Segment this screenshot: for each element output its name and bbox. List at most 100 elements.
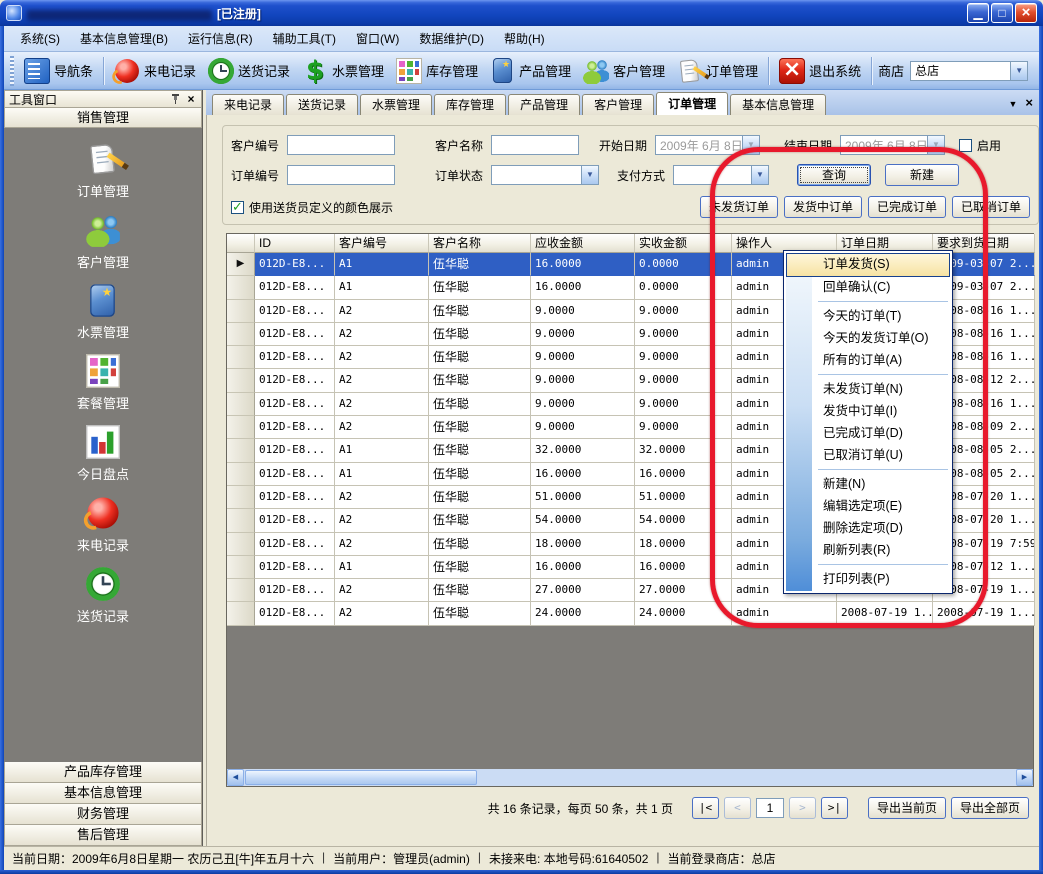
context-menu-item[interactable]: 打印列表(P): [786, 569, 950, 591]
page-number-input[interactable]: [756, 798, 784, 818]
order-status-filter-button[interactable]: 发货中订单: [784, 196, 862, 218]
tab[interactable]: 产品管理: [508, 94, 580, 115]
context-menu-item[interactable]: 所有的订单(A): [786, 350, 950, 372]
sidebar-item[interactable]: 客户管理: [77, 213, 129, 271]
tab[interactable]: 送货记录: [286, 94, 358, 115]
tab[interactable]: 水票管理: [360, 94, 432, 115]
tab[interactable]: 基本信息管理: [730, 94, 826, 115]
menu-item[interactable]: 窗口(W): [346, 27, 409, 50]
maximize-button[interactable]: [991, 3, 1013, 23]
tab[interactable]: 库存管理: [434, 94, 506, 115]
toolbar-button[interactable]: 库存管理: [390, 56, 484, 86]
row-selector[interactable]: [227, 300, 255, 323]
row-selector[interactable]: ▶: [227, 253, 255, 276]
column-header[interactable]: 应收金额: [531, 234, 635, 253]
tab-overflow-icon[interactable]: [1008, 96, 1017, 110]
first-page-button[interactable]: |<: [692, 797, 719, 819]
store-combobox[interactable]: 总店: [910, 61, 1028, 81]
context-menu-item[interactable]: 回单确认(C): [786, 277, 950, 299]
tab[interactable]: 订单管理: [656, 92, 728, 115]
chevron-down-icon[interactable]: [751, 166, 768, 184]
sidebar-item[interactable]: 水票管理: [77, 284, 129, 341]
new-button[interactable]: 新建: [885, 164, 959, 186]
row-selector[interactable]: [227, 346, 255, 369]
context-menu-item[interactable]: 订单发货(S): [786, 253, 950, 277]
sidebar-section-sales[interactable]: 销售管理: [4, 108, 202, 128]
sidebar-section-header[interactable]: 产品库存管理: [4, 762, 202, 783]
row-selector[interactable]: [227, 556, 255, 579]
column-header[interactable]: 客户名称: [429, 234, 531, 253]
tab-close-icon[interactable]: [1025, 95, 1033, 110]
chevron-down-icon[interactable]: [581, 166, 598, 184]
order-status-combobox[interactable]: [491, 165, 599, 185]
chevron-down-icon[interactable]: [1010, 62, 1027, 80]
row-selector[interactable]: [227, 439, 255, 462]
scroll-left-icon[interactable]: [227, 769, 244, 786]
deliveryman-color-checkbox[interactable]: [231, 201, 244, 214]
chevron-down-icon[interactable]: [742, 136, 759, 154]
context-menu-item[interactable]: 今天的订单(T): [786, 306, 950, 328]
menu-item[interactable]: 运行信息(R): [178, 27, 263, 50]
context-menu-item[interactable]: 已完成订单(D): [786, 423, 950, 445]
toolbar-button[interactable]: 来电记录: [108, 56, 202, 86]
sidebar-section-header[interactable]: 售后管理: [4, 825, 202, 846]
minimize-button[interactable]: [967, 3, 989, 23]
menu-item[interactable]: 帮助(H): [494, 27, 555, 50]
start-date-picker[interactable]: 2009年 6月 8日: [655, 135, 760, 155]
row-selector[interactable]: [227, 323, 255, 346]
export-all-pages-button[interactable]: 导出全部页: [951, 797, 1029, 819]
scrollbar-thumb[interactable]: [245, 770, 477, 785]
context-menu-item[interactable]: 删除选定项(D): [786, 518, 950, 540]
table-row[interactable]: 012D-E8...A2伍华聪24.000024.0000admin2008-0…: [227, 602, 1033, 625]
query-button[interactable]: 查询: [797, 164, 871, 186]
end-date-picker[interactable]: 2009年 6月 8日: [840, 135, 945, 155]
sidebar-item[interactable]: 来电记录: [77, 496, 129, 554]
row-selector[interactable]: [227, 509, 255, 532]
last-page-button[interactable]: >|: [821, 797, 848, 819]
menu-item[interactable]: 基本信息管理(B): [70, 27, 178, 50]
context-menu-item[interactable]: 已取消订单(U): [786, 445, 950, 467]
toolbar-button[interactable]: 产品管理: [484, 56, 577, 85]
scroll-right-icon[interactable]: [1016, 769, 1033, 786]
next-page-button[interactable]: >: [789, 797, 816, 819]
order-status-filter-button[interactable]: 已完成订单: [868, 196, 946, 218]
toolbar-button[interactable]: 退出系统: [773, 56, 867, 86]
sidebar-close-icon[interactable]: [185, 92, 197, 106]
context-menu-item[interactable]: 新建(N): [786, 474, 950, 496]
pay-method-combobox[interactable]: [673, 165, 769, 185]
order-status-filter-button[interactable]: 已取消订单: [952, 196, 1030, 218]
tab[interactable]: 来电记录: [212, 94, 284, 115]
row-selector[interactable]: [227, 579, 255, 602]
order-no-input[interactable]: [287, 165, 395, 185]
sidebar-section-header[interactable]: 财务管理: [4, 804, 202, 825]
context-menu-item[interactable]: 发货中订单(I): [786, 401, 950, 423]
prev-page-button[interactable]: <: [724, 797, 751, 819]
row-selector[interactable]: [227, 533, 255, 556]
row-selector[interactable]: [227, 369, 255, 392]
sidebar-item[interactable]: 订单管理: [77, 142, 129, 200]
column-header[interactable]: 实收金额: [635, 234, 732, 253]
menu-item[interactable]: 系统(S): [10, 27, 70, 50]
row-selector[interactable]: [227, 393, 255, 416]
sidebar-item[interactable]: 今日盘点: [77, 425, 129, 483]
close-button[interactable]: [1015, 3, 1037, 23]
toolbar-grip[interactable]: [10, 56, 14, 86]
column-header[interactable]: 客户编号: [335, 234, 429, 253]
context-menu-item[interactable]: 刷新列表(R): [786, 540, 950, 562]
column-header[interactable]: ID: [255, 234, 335, 253]
row-selector[interactable]: [227, 486, 255, 509]
context-menu-item[interactable]: 编辑选定项(E): [786, 496, 950, 518]
customer-no-input[interactable]: [287, 135, 395, 155]
chevron-down-icon[interactable]: [927, 136, 944, 154]
row-selector[interactable]: [227, 602, 255, 625]
selector-column-header[interactable]: [227, 234, 255, 253]
order-status-filter-button[interactable]: 未发货订单: [700, 196, 778, 218]
row-selector[interactable]: [227, 276, 255, 299]
context-menu-item[interactable]: 今天的发货订单(O): [786, 328, 950, 350]
customer-name-input[interactable]: [491, 135, 579, 155]
sidebar-item[interactable]: 套餐管理: [77, 354, 129, 412]
toolbar-button[interactable]: 水票管理: [296, 56, 390, 86]
pin-icon[interactable]: [171, 93, 181, 105]
sidebar-section-header[interactable]: 基本信息管理: [4, 783, 202, 804]
tab[interactable]: 客户管理: [582, 94, 654, 115]
